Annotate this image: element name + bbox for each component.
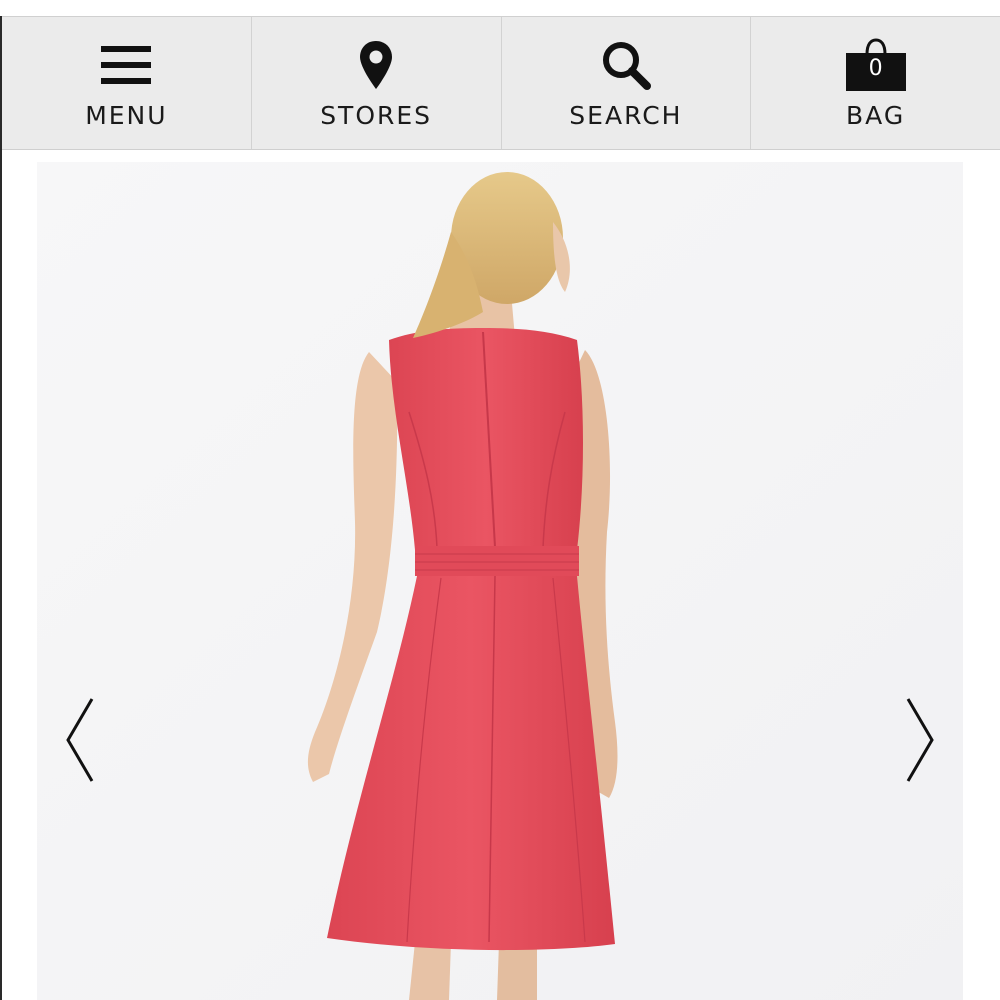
bag-label: BAG (846, 101, 906, 130)
bag-button[interactable]: 0 BAG (751, 17, 1000, 149)
bag-count-badge: 0 (868, 56, 883, 81)
chevron-left-icon (66, 698, 94, 782)
hamburger-menu-icon (96, 39, 156, 91)
product-image[interactable] (37, 162, 963, 1000)
product-page: MENU STORES SEARCH 0 BAG (0, 0, 1000, 1000)
map-pin-icon (346, 39, 406, 91)
top-navigation: MENU STORES SEARCH 0 BAG (0, 16, 1000, 150)
menu-button[interactable]: MENU (0, 17, 252, 149)
search-button[interactable]: SEARCH (502, 17, 752, 149)
search-label: SEARCH (569, 101, 683, 130)
product-photo-red-dress (37, 162, 963, 1000)
shopping-bag-icon: 0 (845, 38, 906, 91)
search-icon (596, 39, 656, 91)
left-border (0, 16, 2, 1000)
stores-label: STORES (320, 101, 433, 130)
previous-image-button[interactable] (62, 695, 98, 785)
chevron-right-icon (906, 698, 934, 782)
status-strip (0, 0, 1000, 16)
stores-button[interactable]: STORES (252, 17, 502, 149)
next-image-button[interactable] (902, 695, 938, 785)
menu-label: MENU (85, 101, 168, 130)
